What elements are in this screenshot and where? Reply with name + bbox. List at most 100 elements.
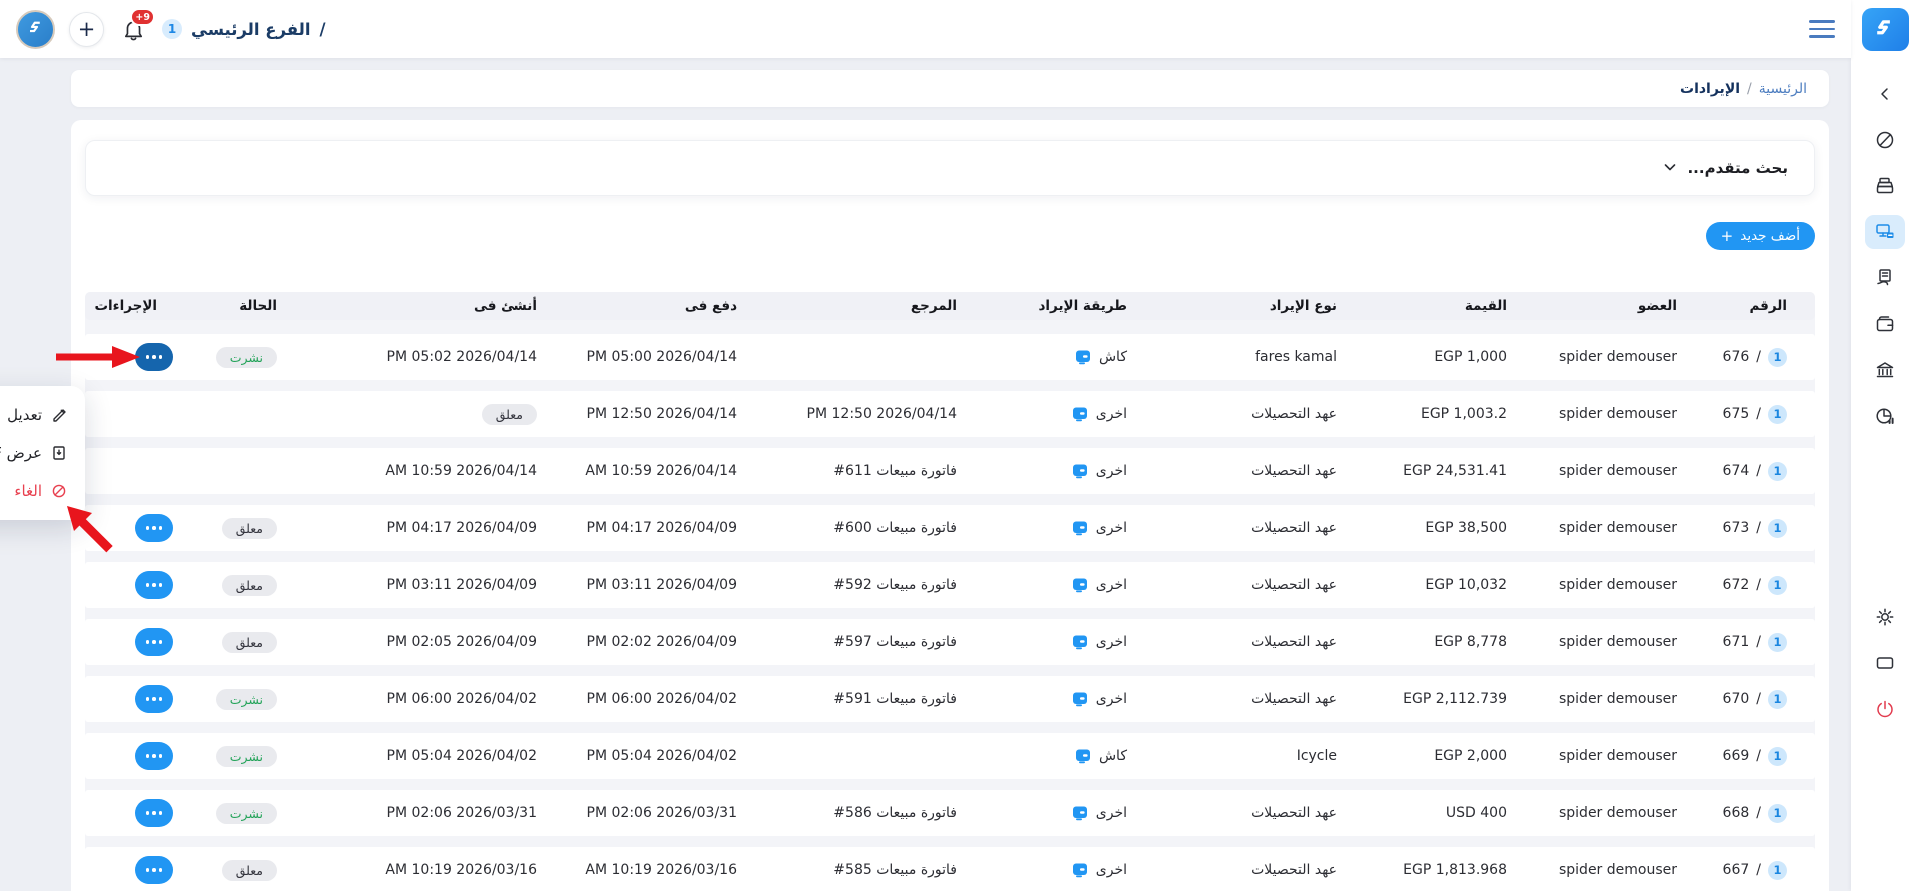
actions-cell	[40, 742, 185, 770]
revenue-type-cell: عهد التحصيلات	[1155, 862, 1365, 878]
table-row[interactable]: 669/1 spider demouser EGP 2,000 Icycle ك…	[85, 733, 1815, 779]
table-row[interactable]: 674/1 spider demouser EGP 24,531.41 عهد …	[85, 448, 1815, 494]
reference-cell: فاتورة مبيعات 611#	[765, 463, 985, 479]
quick-add-button[interactable]: +	[69, 12, 104, 47]
breadcrumb-home-link[interactable]: الرئيسية	[1759, 81, 1807, 97]
status-cell: معلق	[185, 518, 305, 539]
compass-icon[interactable]	[1865, 123, 1905, 157]
wallet-icon[interactable]	[1865, 307, 1905, 341]
power-icon[interactable]	[1865, 692, 1905, 726]
created-at-cell: PM 05:02 2026/04/14	[305, 349, 565, 365]
status-badge: نشرت	[216, 746, 277, 767]
payment-wallet-icon	[1072, 691, 1088, 707]
column-header: الرقم	[1705, 298, 1815, 314]
advanced-search-accordion[interactable]: بحث متقدم...	[85, 140, 1815, 196]
row-actions-button[interactable]	[135, 799, 173, 827]
table-row[interactable]: 673/1 spider demouser EGP 38,500 عهد الت…	[85, 505, 1815, 551]
invoice-hand-icon[interactable]	[1865, 261, 1905, 295]
payment-method-cell: اخرى	[985, 520, 1155, 536]
notifications-bell-icon[interactable]: +9	[118, 14, 148, 44]
window-icon[interactable]	[1865, 646, 1905, 680]
revenues-table: الرقمالعضوالقيمةنوع الإيرادطريقة الإيراد…	[85, 292, 1815, 891]
menu-item-view-pdf[interactable]: عرض PDF	[0, 434, 67, 472]
table-row[interactable]: 670/1 spider demouser EGP 2,112.739 عهد …	[85, 676, 1815, 722]
revenue-type-cell: عهد التحصيلات	[1155, 463, 1365, 479]
add-new-button[interactable]: أضف جديد +	[1706, 222, 1815, 250]
row-number-cell: 667/1	[1705, 861, 1815, 880]
value-cell: USD 400	[1365, 805, 1535, 821]
reference-cell: فاتورة مبيعات 600#	[765, 520, 985, 536]
row-actions-button[interactable]	[135, 685, 173, 713]
breadcrumb-separator: /	[1747, 81, 1752, 97]
notifications-count-badge: +9	[130, 8, 155, 26]
bank-icon[interactable]	[1865, 353, 1905, 387]
row-actions-button[interactable]	[135, 514, 173, 542]
paid-at-cell: PM 12:50 2026/04/14	[565, 406, 765, 422]
table-row[interactable]: 667/1 spider demouser EGP 1,813.968 عهد …	[85, 847, 1815, 891]
sidebar	[1851, 0, 1919, 891]
value-cell: EGP 10,032	[1365, 577, 1535, 593]
payment-wallet-icon	[1072, 862, 1088, 878]
cash-register-icon[interactable]	[1865, 169, 1905, 203]
actions-cell	[40, 685, 185, 713]
table-row[interactable]: 668/1 spider demouser USD 400 عهد التحصي…	[85, 790, 1815, 836]
row-actions-button[interactable]	[135, 742, 173, 770]
series-badge: 1	[1768, 519, 1787, 538]
edit-pencil-icon	[51, 407, 67, 423]
actions-cell	[40, 628, 185, 656]
actions-cell	[40, 571, 185, 599]
row-actions-button[interactable]	[135, 628, 173, 656]
reference-cell: PM 12:50 2026/04/14	[765, 406, 985, 422]
reference-cell: فاتورة مبيعات 586#	[765, 805, 985, 821]
column-header: أنشئ فى	[305, 298, 565, 314]
menu-item-cancel[interactable]: الغاء	[0, 472, 67, 510]
table-row[interactable]: 671/1 spider demouser EGP 8,778 عهد التح…	[85, 619, 1815, 665]
series-badge: 1	[1768, 633, 1787, 652]
sidebar-collapse-chevron-icon[interactable]	[1865, 77, 1905, 111]
reference-cell: فاتورة مبيعات 592#	[765, 577, 985, 593]
payment-method-cell: كاش	[985, 349, 1155, 365]
actions-cell	[40, 799, 185, 827]
table-row[interactable]: 675/1 spider demouser EGP 1,003.2 عهد ال…	[85, 391, 1815, 437]
payment-wallet-icon	[1072, 577, 1088, 593]
sidebar-item-revenues-icon[interactable]	[1865, 215, 1905, 249]
value-cell: EGP 1,813.968	[1365, 862, 1535, 878]
row-number-cell: 675/1	[1705, 405, 1815, 424]
member-cell: spider demouser	[1535, 520, 1705, 536]
paid-at-cell: PM 02:02 2026/04/09	[565, 634, 765, 650]
branch-breadcrumb[interactable]: / الفرع الرئيسي 1	[162, 19, 326, 39]
payment-wallet-icon	[1072, 634, 1088, 650]
settings-gear-icon[interactable]	[1865, 600, 1905, 634]
member-cell: spider demouser	[1535, 349, 1705, 365]
revenue-type-cell: عهد التحصيلات	[1155, 406, 1365, 422]
column-header: العضو	[1535, 298, 1705, 314]
revenue-type-cell: عهد التحصيلات	[1155, 691, 1365, 707]
paid-at-cell: PM 06:00 2026/04/02	[565, 691, 765, 707]
menu-item-edit[interactable]: تعديل	[0, 396, 67, 434]
hamburger-menu-icon[interactable]	[1809, 20, 1835, 38]
pie-report-icon[interactable]	[1865, 399, 1905, 433]
row-actions-button[interactable]	[135, 343, 173, 371]
value-cell: EGP 1,003.2	[1365, 406, 1535, 422]
paid-at-cell: PM 04:17 2026/04/09	[565, 520, 765, 536]
table-row[interactable]: 672/1 spider demouser EGP 10,032 عهد الت…	[85, 562, 1815, 608]
topbar: / الفرع الرئيسي 1 +9 +	[0, 0, 1851, 58]
reference-cell: فاتورة مبيعات 591#	[765, 691, 985, 707]
row-actions-button[interactable]	[135, 856, 173, 884]
created-at-cell: PM 04:17 2026/04/09	[305, 520, 565, 536]
breadcrumb: الرئيسية / الإيرادات	[71, 70, 1829, 107]
value-cell: EGP 38,500	[1365, 520, 1535, 536]
table-row[interactable]: 676/1 spider demouser EGP 1,000 fares ka…	[85, 334, 1815, 380]
app-logo-icon[interactable]	[1862, 8, 1909, 51]
status-badge: نشرت	[216, 803, 277, 824]
paid-at-cell: PM 02:06 2026/03/31	[565, 805, 765, 821]
add-new-label: أضف جديد	[1740, 228, 1800, 244]
user-avatar[interactable]	[16, 10, 55, 49]
member-cell: spider demouser	[1535, 634, 1705, 650]
series-badge: 1	[1768, 690, 1787, 709]
series-badge: 1	[1768, 861, 1787, 880]
column-header: القيمة	[1365, 298, 1535, 314]
row-actions-button[interactable]	[135, 571, 173, 599]
payment-method-cell: اخرى	[985, 463, 1155, 479]
plus-icon: +	[1721, 229, 1734, 244]
